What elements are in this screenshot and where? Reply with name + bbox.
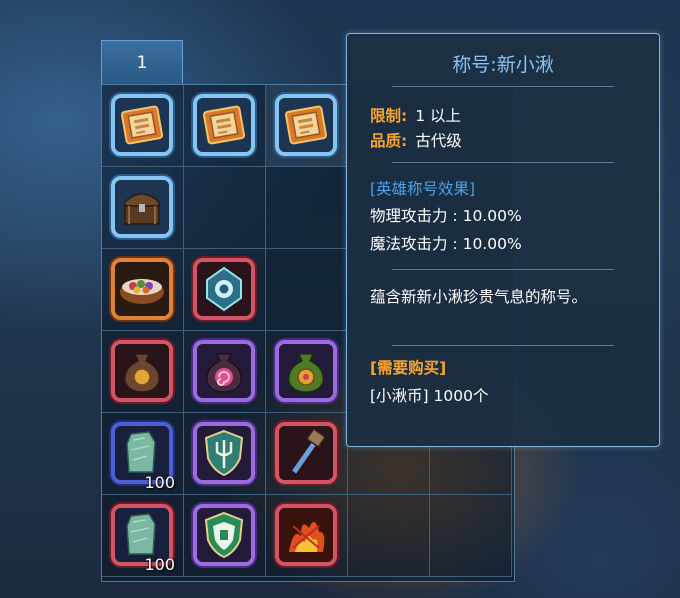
inventory-slot[interactable]: [102, 167, 184, 249]
treasure-chest-icon[interactable]: [111, 176, 173, 238]
tab-label: 1: [136, 52, 148, 73]
green-pouch-icon[interactable]: [275, 340, 337, 402]
inventory-slot[interactable]: [184, 413, 266, 495]
inventory-slot[interactable]: [348, 495, 430, 577]
inventory-slot[interactable]: [266, 413, 348, 495]
inventory-slot[interactable]: 100: [102, 495, 184, 577]
inventory-slot[interactable]: [430, 495, 512, 577]
hammer-icon[interactable]: [275, 422, 337, 484]
green-shield-icon[interactable]: [193, 504, 255, 566]
restriction-value: 1 以上: [415, 107, 461, 125]
restriction-row: 限制: 1 以上: [370, 106, 461, 126]
quality-row: 品质: 古代级: [370, 131, 462, 151]
title-card-icon[interactable]: [275, 94, 337, 156]
inventory-slot[interactable]: [102, 85, 184, 167]
item-quantity: 100: [144, 555, 175, 574]
purchase-header: [需要购买]: [370, 359, 447, 377]
spiral-pouch-icon[interactable]: [193, 340, 255, 402]
restriction-label: 限制:: [370, 107, 408, 125]
divider: [392, 86, 614, 87]
inventory-slot[interactable]: [102, 249, 184, 331]
trident-shield-icon[interactable]: [193, 422, 255, 484]
effect-line-magic: 魔法攻击力 : 10.00%: [370, 235, 522, 253]
divider: [392, 345, 614, 346]
item-description: 蕴含新新小湫珍贵气息的称号。: [370, 288, 588, 306]
fire-rune-icon[interactable]: [275, 504, 337, 566]
coin-pouch-icon[interactable]: [111, 340, 173, 402]
inventory-slot[interactable]: [266, 85, 348, 167]
divider: [392, 162, 614, 163]
quality-value: 古代级: [415, 132, 462, 150]
tooltip-title: 称号:新小湫: [452, 54, 554, 76]
inventory-slot[interactable]: [184, 85, 266, 167]
inventory-slot[interactable]: [184, 331, 266, 413]
inventory-slot[interactable]: [184, 167, 266, 249]
inventory-tab-1[interactable]: 1: [101, 40, 183, 84]
inventory-slot[interactable]: [266, 495, 348, 577]
title-card-icon[interactable]: [193, 94, 255, 156]
title-card-icon[interactable]: [111, 94, 173, 156]
purchase-cost: [小湫币] 1000个: [370, 387, 489, 405]
inventory-slot[interactable]: [184, 249, 266, 331]
effect-line-physical: 物理攻击力 : 10.00%: [370, 207, 522, 225]
item-quantity: 100: [144, 473, 175, 492]
item-tooltip: 称号:新小湫 限制: 1 以上 品质: 古代级 [英雄称号效果] 物理攻击力 : 1…: [346, 33, 660, 447]
quality-label: 品质:: [370, 132, 408, 150]
inventory-slot[interactable]: [184, 495, 266, 577]
eye-card-icon[interactable]: [193, 258, 255, 320]
candy-bowl-icon[interactable]: [111, 258, 173, 320]
divider: [392, 269, 614, 270]
inventory-slot[interactable]: [266, 249, 348, 331]
inventory-slot[interactable]: [102, 331, 184, 413]
inventory-slot[interactable]: 100: [102, 413, 184, 495]
inventory-slot[interactable]: [266, 331, 348, 413]
inventory-slot[interactable]: [266, 167, 348, 249]
effect-header: [英雄称号效果]: [370, 180, 476, 198]
